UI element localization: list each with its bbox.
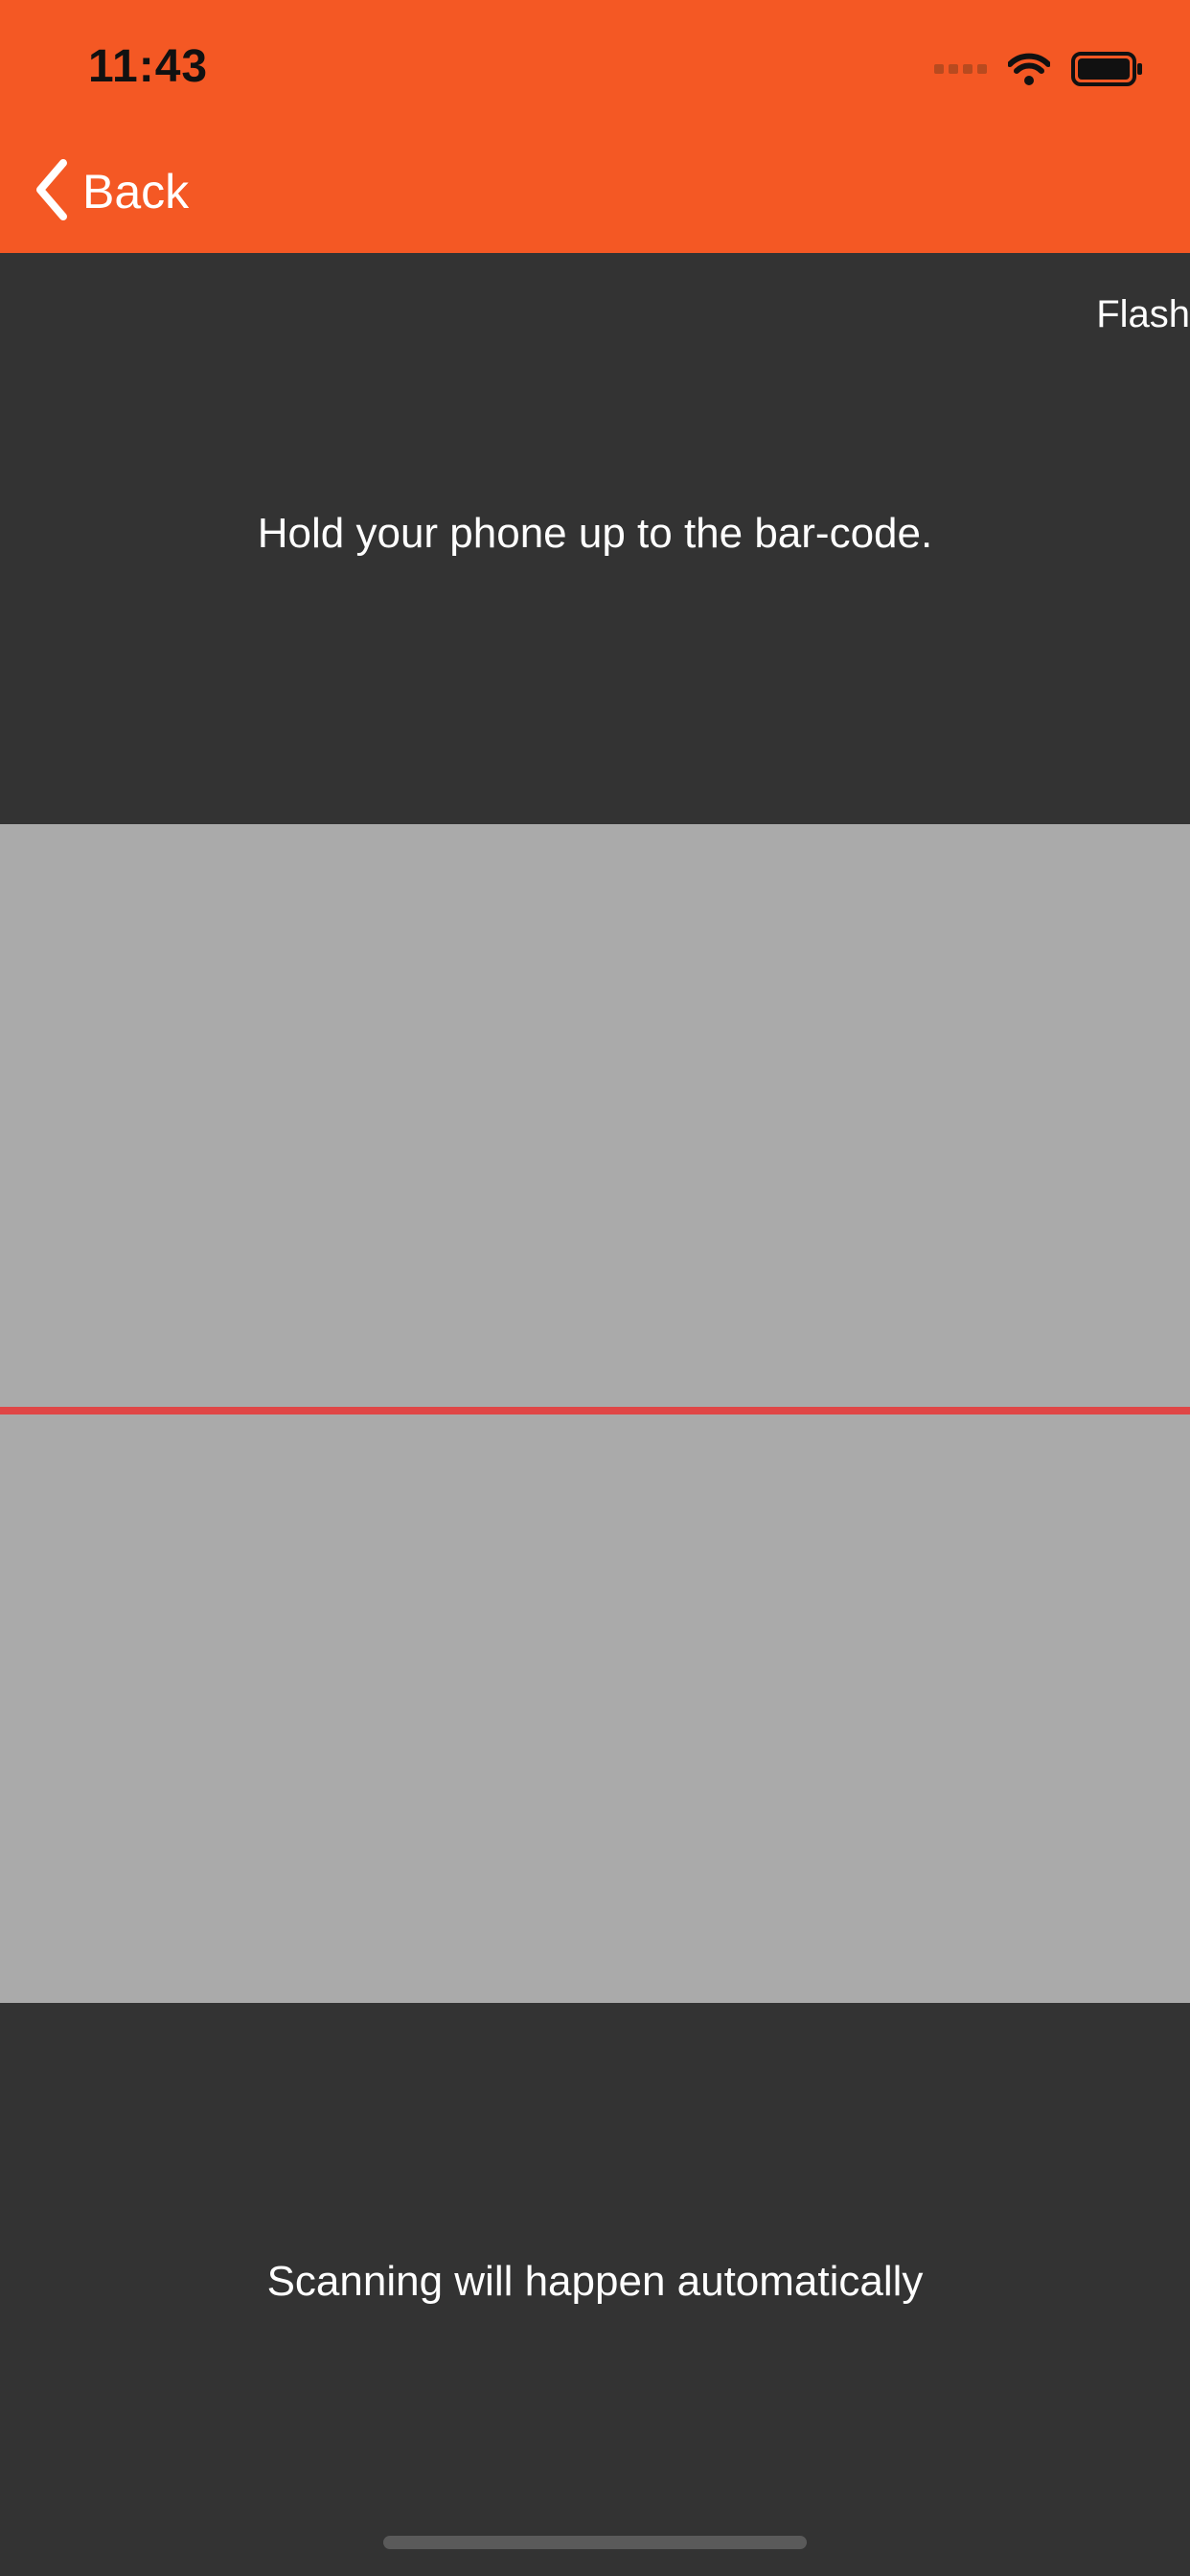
- back-label: Back: [82, 165, 190, 218]
- home-indicator[interactable]: [383, 2536, 807, 2549]
- chevron-left-icon: [34, 158, 69, 225]
- flash-button[interactable]: Flash: [1096, 293, 1190, 336]
- scan-line: [0, 1407, 1190, 1414]
- camera-scan-area: [0, 824, 1190, 2003]
- wifi-icon: [1008, 53, 1050, 85]
- status-icons: [934, 50, 1144, 88]
- barcode-scanner-screen: 11:43 Back Flash Hold your phone up to t…: [0, 0, 1190, 2576]
- battery-icon: [1071, 51, 1144, 87]
- back-button[interactable]: Back: [34, 153, 189, 230]
- status-time: 11:43: [88, 41, 209, 92]
- header-bar: 11:43 Back: [0, 0, 1190, 253]
- scan-instruction: Hold your phone up to the bar-code.: [257, 510, 933, 557]
- scan-status-text: Scanning will happen automatically: [266, 2258, 924, 2305]
- cellular-signal-icon: [934, 64, 987, 74]
